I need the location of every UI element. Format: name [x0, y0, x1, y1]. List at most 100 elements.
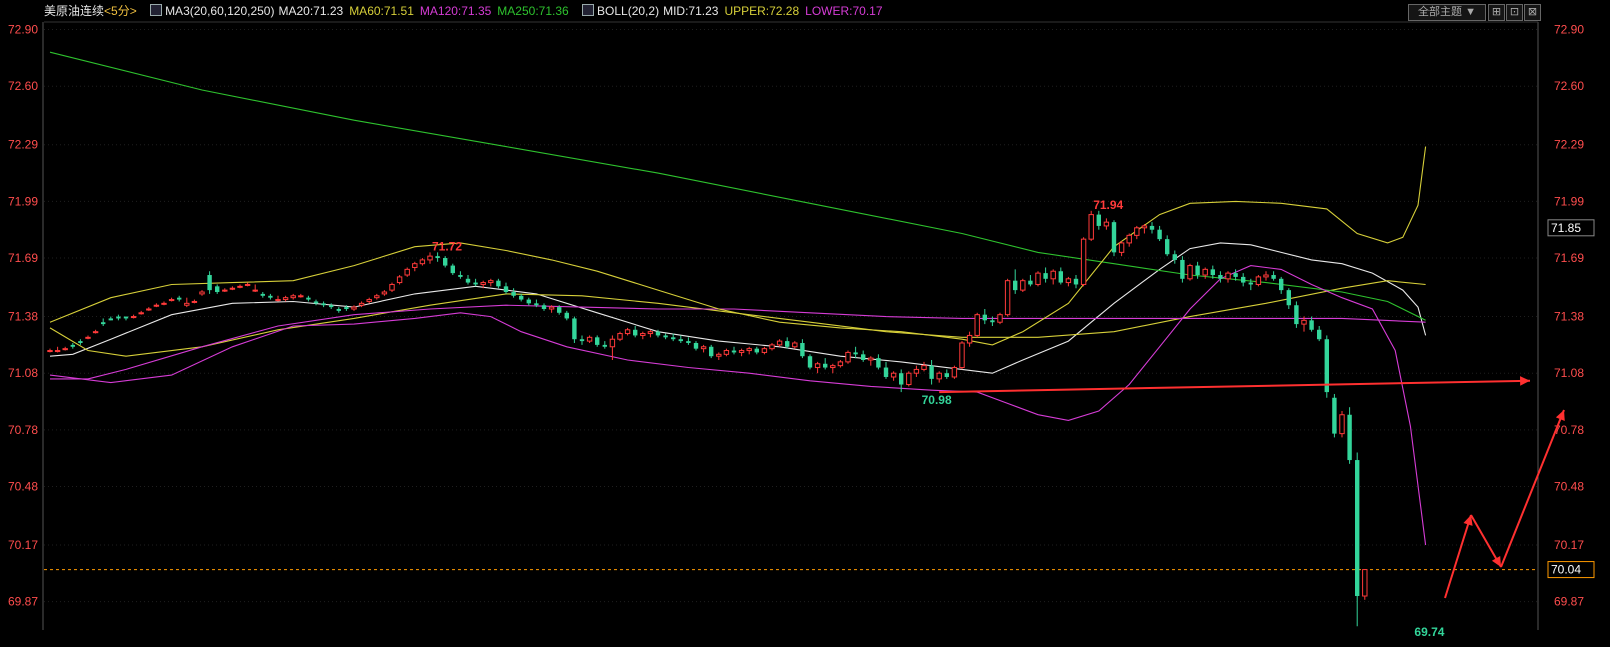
candle-body-up — [1050, 270, 1056, 280]
candle-body-up — [47, 350, 53, 353]
expand-icon: ⊡ — [1509, 6, 1520, 18]
candle-body-up — [412, 263, 418, 268]
candle-body-down — [853, 352, 858, 355]
candle-body-up — [275, 299, 281, 302]
candle-body-down — [268, 295, 273, 298]
candle-body-up — [244, 283, 251, 286]
candle-body-up — [837, 361, 844, 367]
candle-body-up — [586, 336, 593, 342]
candle-body-down — [800, 342, 805, 357]
grid-icon: ⊞ — [1491, 6, 1502, 18]
candle-body-up — [1065, 278, 1072, 284]
candle-body-up — [716, 353, 722, 357]
y-tick-right: 72.60 — [1554, 79, 1584, 93]
candle-body-up — [548, 306, 555, 310]
maximize-button[interactable]: ⊠ — [1524, 4, 1541, 21]
candle-body-up — [404, 268, 410, 276]
candle-body-down — [1248, 282, 1253, 285]
candle-body-down — [519, 295, 524, 300]
candle-body-down — [633, 329, 638, 336]
y-tick-left: 70.78 — [8, 423, 38, 437]
boll-mid-value: MID:71.23 — [663, 4, 719, 18]
candle-body-down — [1241, 276, 1246, 283]
grid-button[interactable]: ⊞ — [1488, 4, 1505, 21]
candle-body-down — [990, 320, 995, 323]
symbol-label[interactable]: 美原油连续 — [44, 4, 104, 18]
candle-body-up — [1362, 569, 1368, 597]
candle-body-up — [913, 368, 920, 374]
y-tick-left: 71.38 — [8, 310, 38, 324]
candle-body-down — [108, 318, 113, 321]
high-label-1: 71.72 — [432, 239, 462, 253]
candle-body-up — [723, 350, 730, 355]
candle-body-up — [624, 329, 631, 335]
candle-body-up — [396, 276, 403, 284]
candle-body-up — [1020, 280, 1026, 291]
price-chart[interactable]: 72.90 72.90 72.60 72.60 72.29 72.29 71.99 71.99… — [0, 0, 1610, 647]
y-tick-left: 69.87 — [8, 595, 38, 609]
candle-body-up — [130, 316, 137, 319]
candle-body-down — [693, 342, 699, 349]
candle-body-down — [123, 316, 129, 319]
y-tick-left: 71.69 — [8, 251, 38, 265]
candle-body-down — [321, 303, 326, 306]
candle-body-up — [609, 338, 616, 348]
candle-body-up — [191, 300, 198, 303]
candle-body-down — [1058, 271, 1063, 283]
candle-body-up — [488, 280, 494, 284]
candle-body-up — [890, 372, 897, 378]
candle-body-down — [655, 331, 661, 336]
candle-body-down — [1347, 414, 1352, 461]
candle-body-up — [146, 308, 152, 311]
boll-label[interactable]: BOLL(20,2) — [597, 4, 659, 18]
candle-body-up — [427, 255, 433, 261]
candle-body-down — [861, 354, 866, 360]
candle-body-down — [1172, 254, 1177, 260]
theme-dropdown[interactable]: 全部主题 ▼ — [1408, 4, 1486, 21]
candle-body-up — [374, 295, 380, 299]
candle-body-down — [1013, 280, 1018, 291]
candle-body-down — [329, 305, 334, 308]
candle-body-up — [640, 333, 646, 336]
candle-body-up — [1339, 414, 1345, 435]
support-arrow-shaft — [939, 379, 1531, 394]
candle-body-up — [776, 340, 783, 346]
expand-button[interactable]: ⊡ — [1506, 4, 1523, 21]
ma-group-label[interactable]: MA3(20,60,120,250) — [165, 4, 274, 18]
candle-body-up — [351, 306, 357, 310]
candle-body-down — [1294, 305, 1299, 325]
candle-body-down — [116, 316, 121, 319]
candle-body-up — [1035, 272, 1041, 285]
candle-body-up — [358, 302, 365, 306]
candle-body-up — [298, 295, 304, 298]
candle-body-up — [1088, 214, 1094, 240]
candle-body-down — [899, 373, 904, 385]
candle-body-down — [70, 344, 75, 347]
candle-body-up — [951, 367, 958, 378]
y-tick-left: 72.60 — [8, 79, 38, 93]
candle-body-up — [868, 357, 874, 361]
ma60-value: MA60:71.51 — [349, 4, 414, 18]
ma20-value: MA20:71.23 — [278, 4, 344, 18]
candle-body-down — [823, 363, 828, 368]
candle-body-up — [792, 342, 798, 348]
candle-body-up — [647, 331, 654, 335]
candle-body-down — [572, 318, 577, 340]
candle-body-up — [746, 348, 752, 352]
indicator-icon — [150, 4, 163, 16]
triangle-down-icon: ▼ — [1462, 6, 1476, 18]
candle-body-down — [929, 365, 934, 379]
boll-lower-value: LOWER:70.17 — [805, 4, 883, 18]
candle-body-down — [671, 337, 676, 340]
candle-body-down — [883, 367, 889, 377]
candle-body-up — [921, 365, 927, 370]
candle-body-down — [313, 301, 319, 304]
candle-body-down — [1073, 278, 1079, 285]
y-tick-left: 71.99 — [8, 194, 38, 208]
candle-body-down — [1317, 329, 1322, 340]
period-label[interactable]: <5分> — [104, 4, 137, 18]
candle-body-down — [1210, 269, 1215, 276]
candle-body-down — [1028, 280, 1033, 285]
series-line-ma20 — [49, 242, 1427, 374]
candle-body-up — [906, 372, 912, 386]
